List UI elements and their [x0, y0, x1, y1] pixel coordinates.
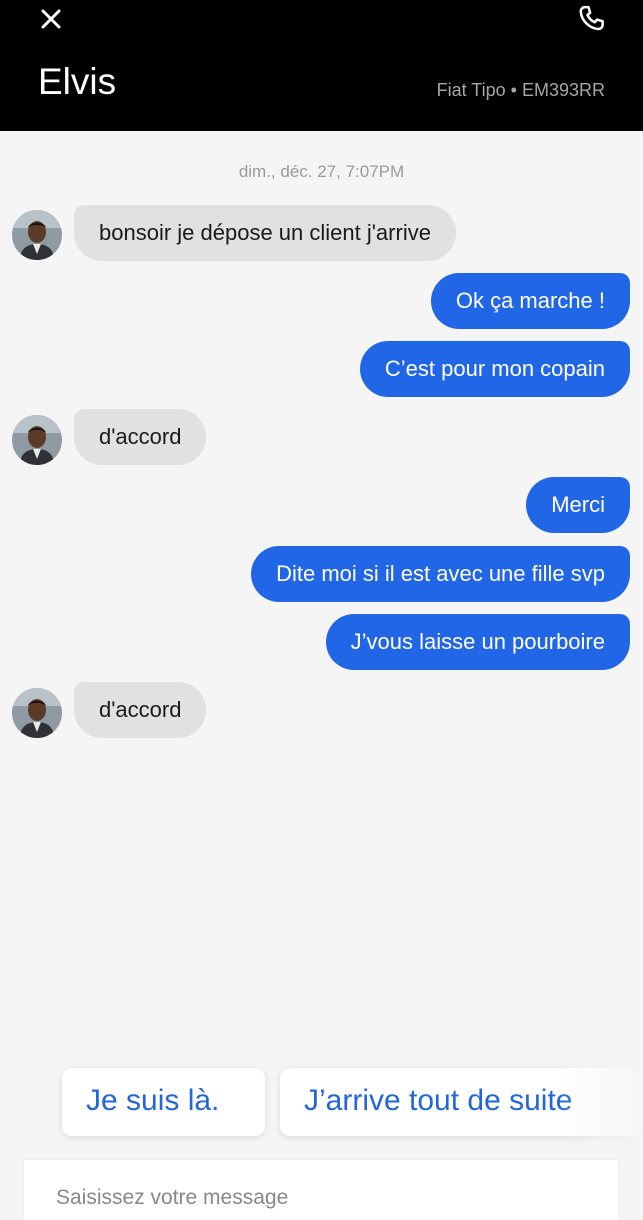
message-bubble-outgoing: J’vous laisse un pourboire	[325, 614, 630, 670]
message-bubble-incoming: bonsoir je dépose un client j'arrive	[74, 205, 456, 261]
driver-avatar	[12, 210, 62, 260]
message-timestamp: dim., déc. 27, 7:07PM	[238, 162, 405, 181]
driver-avatar	[12, 415, 62, 465]
quick-reply-button[interactable]: Je suis là.	[62, 1068, 265, 1136]
message-composer	[24, 1160, 618, 1220]
contact-name: Elvis	[38, 61, 117, 102]
vehicle-info: Fiat Tipo • EM393RR	[436, 80, 605, 100]
chat-header: Elvis Fiat Tipo • EM393RR	[0, 0, 643, 131]
message-bubble-incoming: d'accord	[74, 409, 207, 465]
message-input[interactable]	[56, 1186, 596, 1210]
phone-icon[interactable]	[577, 4, 607, 34]
close-icon[interactable]	[38, 6, 64, 32]
driver-avatar	[12, 688, 62, 738]
message-bubble-outgoing: Ok ça marche !	[430, 273, 630, 329]
quick-reply-button[interactable]: J’arrive tout de suite	[280, 1068, 643, 1136]
message-bubble-outgoing: Dite moi si il est avec une fille svp	[251, 546, 630, 602]
message-bubble-outgoing: C’est pour mon copain	[359, 341, 630, 397]
message-bubble-incoming: d'accord	[74, 682, 207, 738]
message-bubble-outgoing: Merci	[526, 477, 630, 533]
